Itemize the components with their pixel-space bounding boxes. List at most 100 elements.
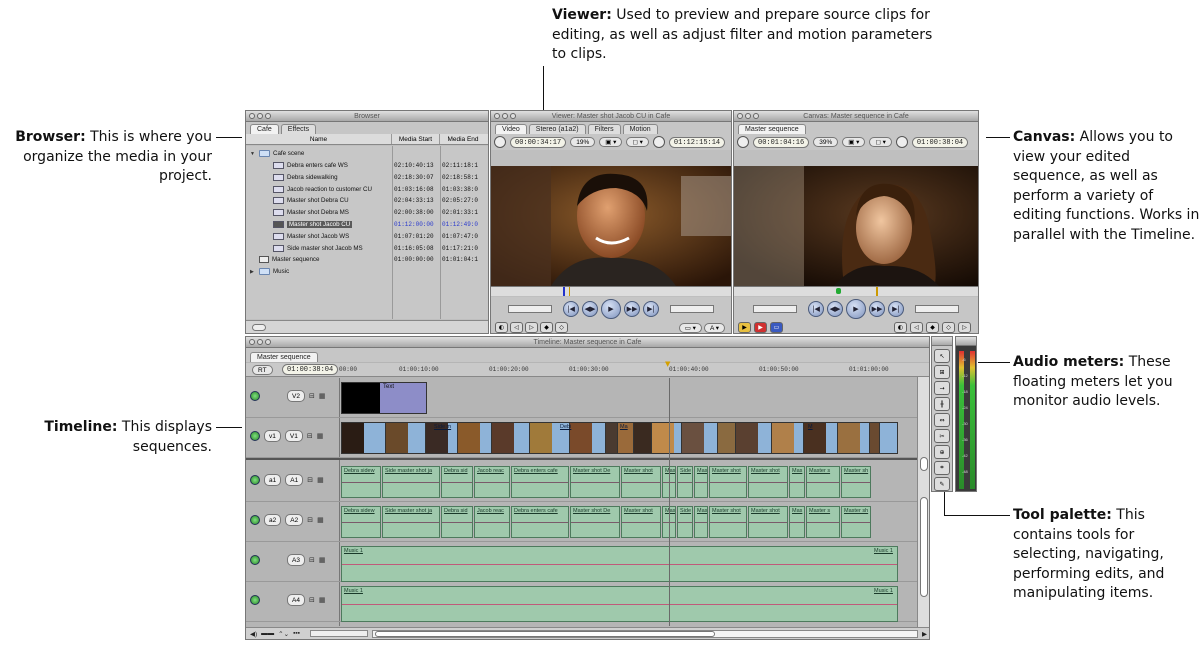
browser-titlebar[interactable]: Browser	[246, 111, 488, 122]
mark-in-button[interactable]: ◁	[910, 322, 923, 333]
auto-select-icon[interactable]: ▦	[317, 476, 324, 484]
track-height-control[interactable]: ▬▬	[261, 630, 274, 637]
tab-cafe[interactable]: Cafe	[250, 124, 279, 134]
tab-motion[interactable]: Motion	[622, 124, 658, 134]
overlay-popup[interactable]: ◻ ▾	[626, 137, 649, 147]
lock-icon[interactable]: ⊟	[307, 476, 313, 484]
overlay-popup[interactable]: ◻ ▾	[869, 137, 892, 147]
viewer-titlebar[interactable]: Viewer: Master shot Jacob CU in Cafe	[491, 111, 731, 122]
video-clip[interactable]	[606, 423, 618, 453]
pen-tool-icon[interactable]: ✎	[934, 477, 950, 491]
view-popup[interactable]: ▣ ▾	[842, 137, 866, 147]
audio-clip[interactable]: Master shot	[621, 466, 661, 498]
track-visibility-button[interactable]	[250, 475, 260, 485]
play-in-out-button[interactable]: ◀▶	[582, 301, 598, 317]
zoom-slider[interactable]	[310, 630, 368, 637]
lock-icon[interactable]: ⊟	[307, 432, 313, 440]
audio-clip[interactable]: Mas	[789, 506, 805, 538]
auto-select-icon[interactable]: ▦	[319, 556, 326, 564]
viewer-scrubber[interactable]	[491, 286, 731, 296]
browser-row[interactable]: ▼ Cafe scene	[246, 148, 488, 160]
audio-clip[interactable]: Side	[677, 506, 693, 538]
viewer-zoom-popup[interactable]: 19%	[570, 137, 596, 147]
play-around-button[interactable]: ▶▶	[869, 301, 885, 317]
canvas-titlebar[interactable]: Canvas: Master sequence in Cafe	[734, 111, 978, 122]
view-popup[interactable]: ▣ ▾	[599, 137, 623, 147]
video-clip[interactable]	[682, 423, 718, 453]
browser-row[interactable]: Side master shot Jacob MS 01:16:05:08 01:1…	[246, 242, 488, 254]
track-visibility-button[interactable]	[250, 431, 260, 441]
match-frame-button[interactable]: ◐	[894, 322, 907, 333]
rt-popup[interactable]: RT	[252, 365, 273, 375]
ruler-playhead-icon[interactable]: ▼	[665, 360, 670, 368]
browser-row[interactable]: Master sequence 01:00:00:00 01:01:04:1	[246, 254, 488, 266]
audio-clip[interactable]: Master sh	[841, 506, 871, 538]
next-edit-button[interactable]: ▶|	[888, 301, 904, 317]
video-clip[interactable]	[652, 423, 682, 453]
destination-track-control[interactable]: A3	[287, 554, 305, 566]
audio-clip[interactable]: Side	[677, 466, 693, 498]
play-around-button[interactable]: ▶▶	[624, 301, 640, 317]
text-clip[interactable]: Text	[341, 382, 427, 414]
timeline-vertical-scrollbar[interactable]	[917, 377, 929, 627]
canvas-zoom-popup[interactable]: 39%	[813, 137, 839, 147]
tab-filters[interactable]: Filters	[587, 124, 621, 134]
browser-row[interactable]: Master shot Debra MS 02:00:38:00 02:01:33:…	[246, 207, 488, 219]
razor-tool-icon[interactable]: ✂	[934, 429, 950, 443]
track-visibility-button[interactable]	[250, 515, 260, 525]
audio-clip[interactable]: Master shot	[748, 466, 788, 498]
audio-clip[interactable]: Jacob reac	[474, 506, 510, 538]
audio-clip[interactable]: Side master shot ja	[382, 466, 440, 498]
insert-button[interactable]: ▶	[738, 322, 751, 333]
video-clip[interactable]	[838, 423, 870, 453]
play-button[interactable]: ▶	[846, 299, 866, 319]
prev-edit-button[interactable]: |◀	[808, 301, 824, 317]
canvas-current-tc[interactable]: 01:00:38:04	[911, 136, 969, 148]
jog-control[interactable]	[670, 305, 714, 313]
timeline-titlebar[interactable]: Timeline: Master sequence in Cafe	[246, 337, 929, 348]
video-clip[interactable]	[718, 423, 736, 453]
audio-clip[interactable]: Master shot	[621, 506, 661, 538]
audio-clip[interactable]: Mas	[694, 506, 708, 538]
audio-controls-icon[interactable]: ◀)	[250, 630, 257, 638]
track-size-icon[interactable]: ▪▪▪	[293, 630, 300, 637]
lock-icon[interactable]: ⊟	[309, 556, 315, 564]
audio-clip[interactable]: Master s	[806, 506, 840, 538]
audio-clip[interactable]: Master shot De	[570, 466, 620, 498]
video-clip[interactable]	[772, 423, 804, 453]
browser-row[interactable]: Master shot Debra CU 02:04:33:13 02:05:27:…	[246, 195, 488, 207]
prev-edit-button[interactable]: |◀	[563, 301, 579, 317]
browser-row[interactable]: ▶ Music	[246, 266, 488, 278]
column-media-start[interactable]: Media Start	[392, 134, 440, 144]
video-clip[interactable]	[386, 423, 426, 453]
overwrite-button[interactable]: ▶	[754, 322, 767, 333]
column-name[interactable]: Name	[246, 134, 392, 144]
roll-tool-icon[interactable]: ╫	[934, 397, 950, 411]
audio-clip[interactable]: Debra enters cafe	[511, 506, 569, 538]
track-visibility-button[interactable]	[250, 391, 260, 401]
window-controls[interactable]	[249, 339, 271, 345]
mark-out-button[interactable]: ▷	[525, 322, 538, 333]
tab-master-sequence[interactable]: Master sequence	[738, 124, 806, 134]
audio-clip[interactable]: Master shot	[709, 506, 747, 538]
window-controls[interactable]	[737, 113, 759, 119]
audio-clip[interactable]: Mas	[789, 466, 805, 498]
tool-palette-titlebar[interactable]	[932, 337, 952, 346]
audio-clip[interactable]: Debra enters cafe	[511, 466, 569, 498]
video-clip[interactable]	[736, 423, 772, 453]
edit-selection-tool-icon[interactable]: ⊞	[934, 365, 950, 379]
browser-row[interactable]: Master shot Jacob CU 01:12:00:00 01:12:49:…	[246, 219, 488, 231]
mark-clip-button[interactable]: ◆	[926, 322, 939, 333]
auto-select-icon[interactable]: ▦	[319, 392, 326, 400]
canvas-playhead[interactable]	[876, 287, 878, 296]
next-edit-button[interactable]: ▶|	[643, 301, 659, 317]
browser-row[interactable]: Debra enters cafe WS 02:10:40:13 02:11:18:…	[246, 160, 488, 172]
slip-tool-icon[interactable]: ⇔	[934, 413, 950, 427]
generator-popup[interactable]: A ▾	[703, 322, 725, 333]
browser-row[interactable]: Jacob reaction to customer CU 01:03:16:08…	[246, 183, 488, 195]
add-marker-button[interactable]: ◇	[942, 322, 955, 333]
viewer-duration[interactable]: 00:00:34:17	[510, 136, 567, 148]
destination-track-control[interactable]: A4	[287, 594, 305, 606]
lock-icon[interactable]: ⊟	[309, 596, 315, 604]
browser-row[interactable]: Debra sidewalking 02:18:30:07 02:18:58:1	[246, 172, 488, 184]
